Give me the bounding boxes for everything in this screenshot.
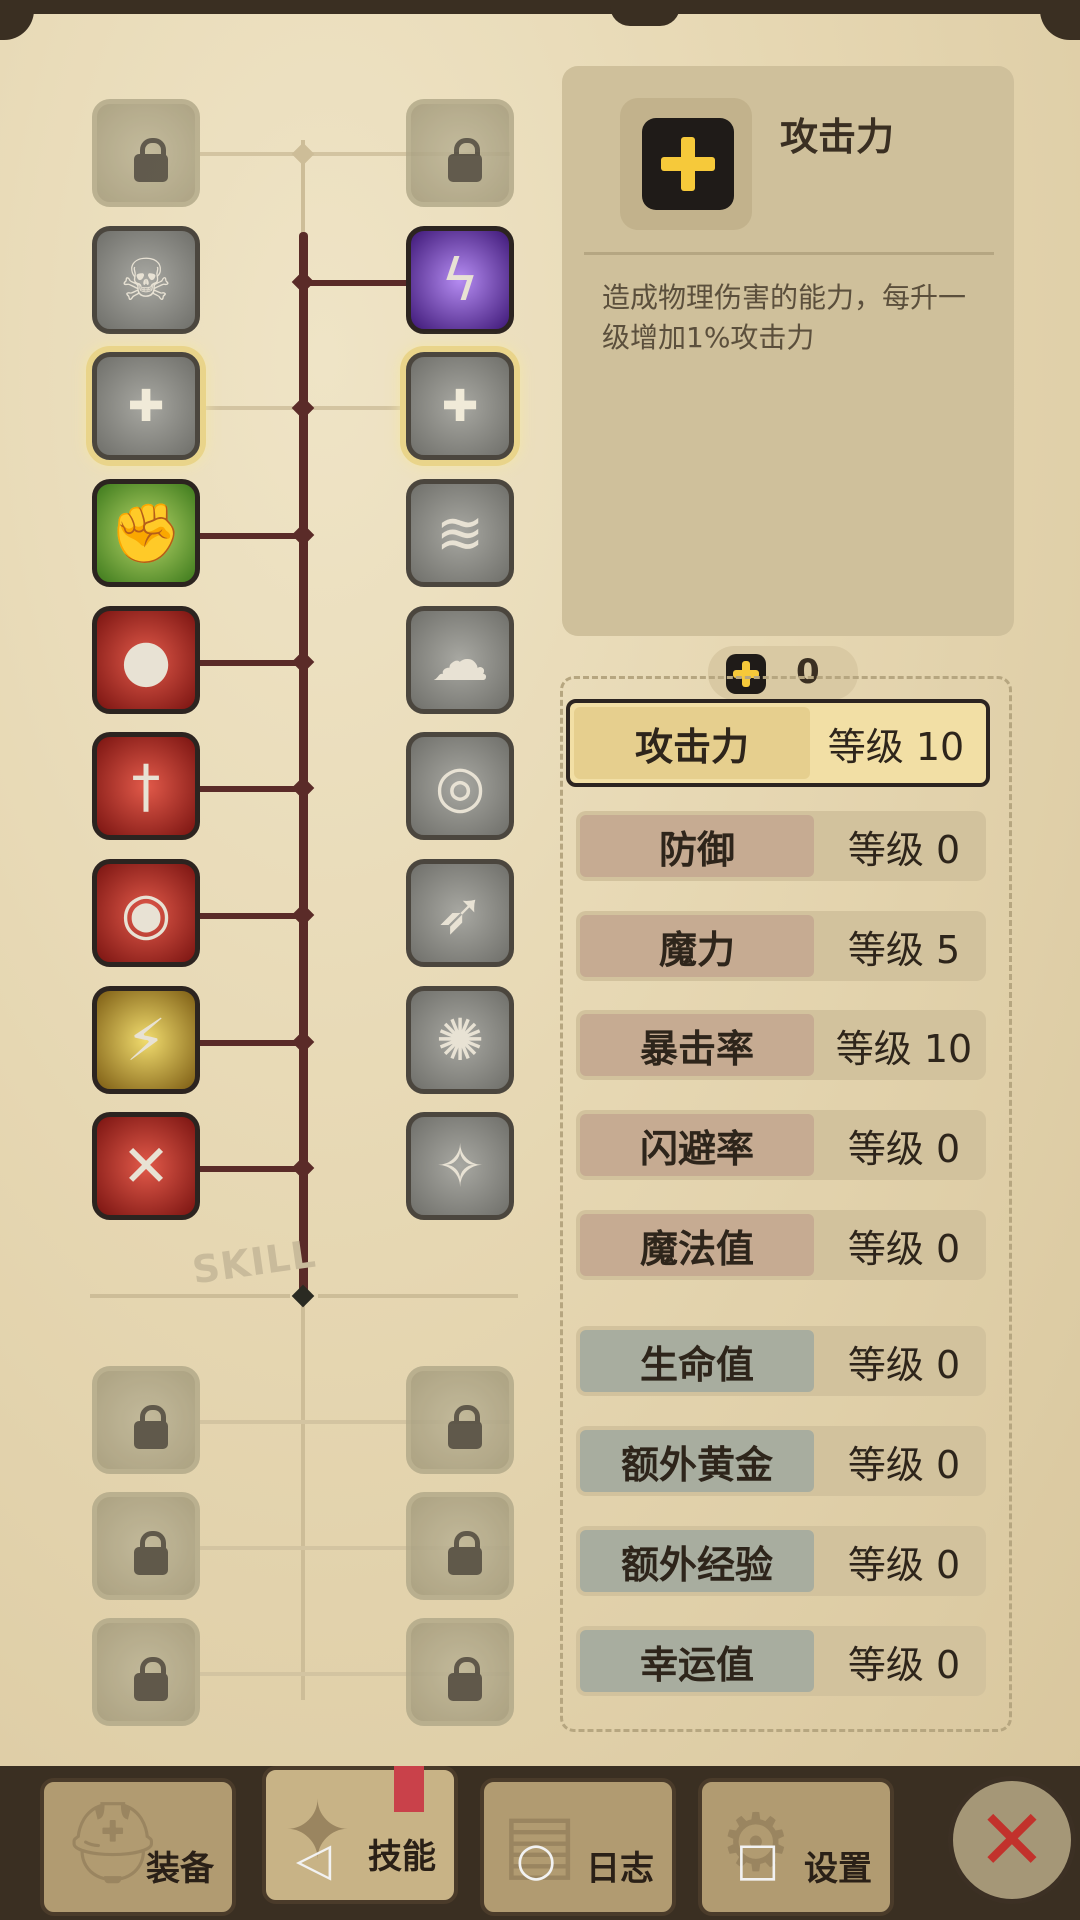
stat-row-health[interactable]: 生命值 等级 0 xyxy=(576,1326,986,1396)
stat-name: 暴击率 xyxy=(580,1014,814,1076)
stat-level: 等级 5 xyxy=(847,927,961,972)
cross-blade-icon[interactable]: ✕ xyxy=(92,1112,200,1220)
eye-lock-2-icon[interactable] xyxy=(406,1492,514,1600)
speed-runner-icon[interactable]: ≋ xyxy=(406,479,514,587)
eye-orb-icon[interactable]: ◎ xyxy=(406,732,514,840)
lock-icon xyxy=(134,138,168,182)
stat-level: 等级 0 xyxy=(847,1542,961,1587)
shadow-dash-icon[interactable]: ◉ xyxy=(92,859,200,967)
stat-level: 等级 10 xyxy=(835,1026,973,1071)
flying-blade-icon[interactable]: ➶ xyxy=(406,859,514,967)
section-divider-left xyxy=(90,1294,290,1298)
muscle-arm-icon[interactable]: ✊ xyxy=(92,479,200,587)
branch-row-6-left xyxy=(200,786,304,792)
vortex-icon[interactable]: ✺ xyxy=(406,986,514,1094)
stat-name: 生命值 xyxy=(580,1330,814,1392)
tab-label: 技能 xyxy=(368,1837,436,1877)
stat-name: 攻击力 xyxy=(574,707,810,779)
tab-journal[interactable]: ▤ 日志 xyxy=(480,1778,676,1916)
tab-settings[interactable]: ⚙ 设置 xyxy=(698,1778,894,1916)
smoke-figure-icon[interactable]: ☁ xyxy=(406,606,514,714)
stat-name: 魔法值 xyxy=(580,1214,814,1276)
lock-icon xyxy=(448,138,482,182)
shattered-plus-icon[interactable]: ✚ xyxy=(406,352,514,460)
lock-icon xyxy=(134,1531,168,1575)
shield-lock-icon[interactable] xyxy=(406,99,514,207)
branch-row-9-left xyxy=(200,1166,304,1172)
torn-notch xyxy=(610,0,680,26)
detail-divider xyxy=(584,252,994,255)
lock-icon xyxy=(448,1405,482,1449)
lock-icon xyxy=(134,1405,168,1449)
lightning-mage-icon[interactable]: ϟ xyxy=(406,226,514,334)
system-home-button[interactable]: ○ xyxy=(516,1832,556,1886)
stat-row-defense[interactable]: 防御 等级 0 xyxy=(576,811,986,881)
stat-name: 闪避率 xyxy=(580,1114,814,1176)
shield-plus-icon[interactable]: ✚ xyxy=(92,352,200,460)
section-divider-right xyxy=(318,1294,518,1298)
sparkle-figure-icon[interactable]: ✧ xyxy=(406,1112,514,1220)
sword-drop-icon[interactable]: † xyxy=(92,732,200,840)
active-tab-bookmark xyxy=(394,1766,424,1812)
detail-description: 造成物理伤害的能力，每升一级增加1%攻击力 xyxy=(602,281,967,354)
stat-row-bonus-gold[interactable]: 额外黄金 等级 0 xyxy=(576,1426,986,1496)
tab-skills[interactable]: ✦ 技能 xyxy=(262,1766,458,1904)
tab-label: 装备 xyxy=(146,1849,214,1889)
flame-lock-icon[interactable] xyxy=(92,1618,200,1726)
skeleton-runner-icon[interactable]: ☠ xyxy=(92,226,200,334)
bottle-lock-icon[interactable] xyxy=(92,1366,200,1474)
crossed-swords-icon[interactable] xyxy=(92,99,200,207)
tab-label: 日志 xyxy=(586,1849,654,1889)
chain-lock-icon[interactable] xyxy=(406,1618,514,1726)
stat-row-magic[interactable]: 魔力 等级 5 xyxy=(576,911,986,981)
stat-row-bonus-exp[interactable]: 额外经验 等级 0 xyxy=(576,1526,986,1596)
lock-icon xyxy=(134,1657,168,1701)
stat-row-dodge[interactable]: 闪避率 等级 0 xyxy=(576,1110,986,1180)
branch-row-8-left xyxy=(200,1040,304,1046)
yellow-plus-icon xyxy=(642,118,734,210)
lock-icon xyxy=(448,1657,482,1701)
stat-name: 防御 xyxy=(580,815,814,877)
stat-level: 等级 0 xyxy=(847,1642,961,1687)
branch-row-5-left xyxy=(200,660,304,666)
eye-lock-icon[interactable] xyxy=(406,1366,514,1474)
stat-level: 等级 10 xyxy=(827,724,965,769)
stat-level: 等级 0 xyxy=(847,1226,961,1271)
stat-level: 等级 0 xyxy=(847,1442,961,1487)
detail-title: 攻击力 xyxy=(780,115,895,159)
stat-name: 魔力 xyxy=(580,915,814,977)
stat-name: 幸运值 xyxy=(580,1630,814,1692)
skill-trunk xyxy=(299,232,308,1294)
lock-icon xyxy=(448,1531,482,1575)
tab-label: 设置 xyxy=(804,1849,872,1889)
branch-row-4-left xyxy=(200,533,304,539)
golden-warrior-icon[interactable]: ⚡ xyxy=(92,986,200,1094)
bug-lock-icon[interactable] xyxy=(92,1492,200,1600)
branch-row-2-right xyxy=(304,280,410,286)
top-edge xyxy=(0,0,1080,14)
stat-level: 等级 0 xyxy=(847,827,961,872)
stat-level: 等级 0 xyxy=(847,1126,961,1171)
stat-name: 额外经验 xyxy=(580,1530,814,1592)
stat-row-luck[interactable]: 幸运值 等级 0 xyxy=(576,1626,986,1696)
stat-row-crit[interactable]: 暴击率 等级 10 xyxy=(576,1010,986,1080)
system-recent-button[interactable]: □ xyxy=(736,1832,779,1886)
stat-row-mana[interactable]: 魔法值 等级 0 xyxy=(576,1210,986,1280)
close-icon[interactable]: ✕ xyxy=(948,1776,1076,1904)
ninja-strike-icon[interactable]: ● xyxy=(92,606,200,714)
system-back-button[interactable]: ◁ xyxy=(296,1832,331,1886)
tab-equipment[interactable]: ⛑ 装备 xyxy=(40,1778,236,1916)
stat-level: 等级 0 xyxy=(847,1342,961,1387)
stat-row-attack[interactable]: 攻击力 等级 10 xyxy=(566,699,990,787)
stat-name: 额外黄金 xyxy=(580,1430,814,1492)
branch-row-7-left xyxy=(200,913,304,919)
